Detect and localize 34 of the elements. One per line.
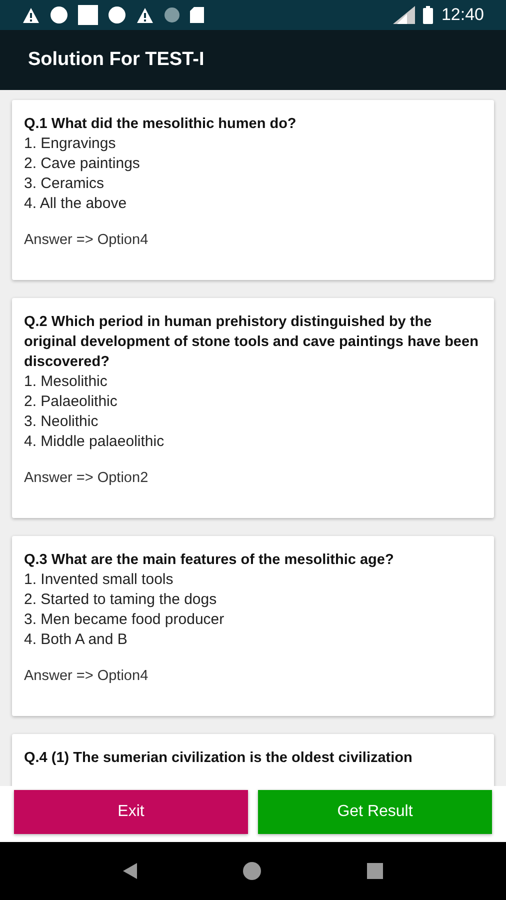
exit-button[interactable]: Exit [14,790,248,834]
signal-icon [393,6,416,24]
circle-icon [50,6,68,24]
circle-icon [164,7,180,23]
warning-icon [136,6,154,24]
question-text: Q.2 Which period in human prehistory distinguished by the original development of stone tools and cave paintings have been discovered? [24,313,480,372]
screen-title: Solution For TEST-I [28,49,204,71]
warning-icon [22,6,40,24]
option-text: 2. Started to taming the dogs [24,590,218,610]
result-button[interactable]: Get Result [258,790,492,834]
option-text: 4. Both A and B [24,630,128,650]
square-icon [78,5,98,25]
back-icon[interactable] [123,863,137,879]
answer-text: Answer => Option2 [24,469,150,488]
option-text: 1. Invented small tools [24,570,174,590]
option-text: 3. Neolithic [24,412,100,432]
circle-icon [108,6,126,24]
status-time: 12:40 [441,5,484,25]
option-text: 3. Ceramics [24,174,106,194]
answer-text: Answer => Option4 [24,231,150,250]
option-text: 1. Engravings [24,134,117,154]
question-text: Q.4 (1) The sumerian civilization is the oldest civilization [24,749,414,768]
option-text: 1. Mesolithic [24,372,108,392]
answer-text: Answer => Option4 [24,667,150,686]
question-text: Q.1 What did the mesolithic humen do? [24,115,298,134]
option-text: 3. Men became food producer [24,610,226,630]
option-text: 4. All the above [24,194,128,214]
home-icon[interactable] [243,862,261,880]
option-text: 4. Middle palaeolithic [24,432,166,452]
option-text: 2. Palaeolithic [24,392,118,412]
option-text: 2. Cave paintings [24,154,141,174]
question-text: Q.3 What are the main features of the mesolithic age? [24,551,395,570]
sd-card-icon [190,7,204,23]
battery-icon [423,6,434,24]
